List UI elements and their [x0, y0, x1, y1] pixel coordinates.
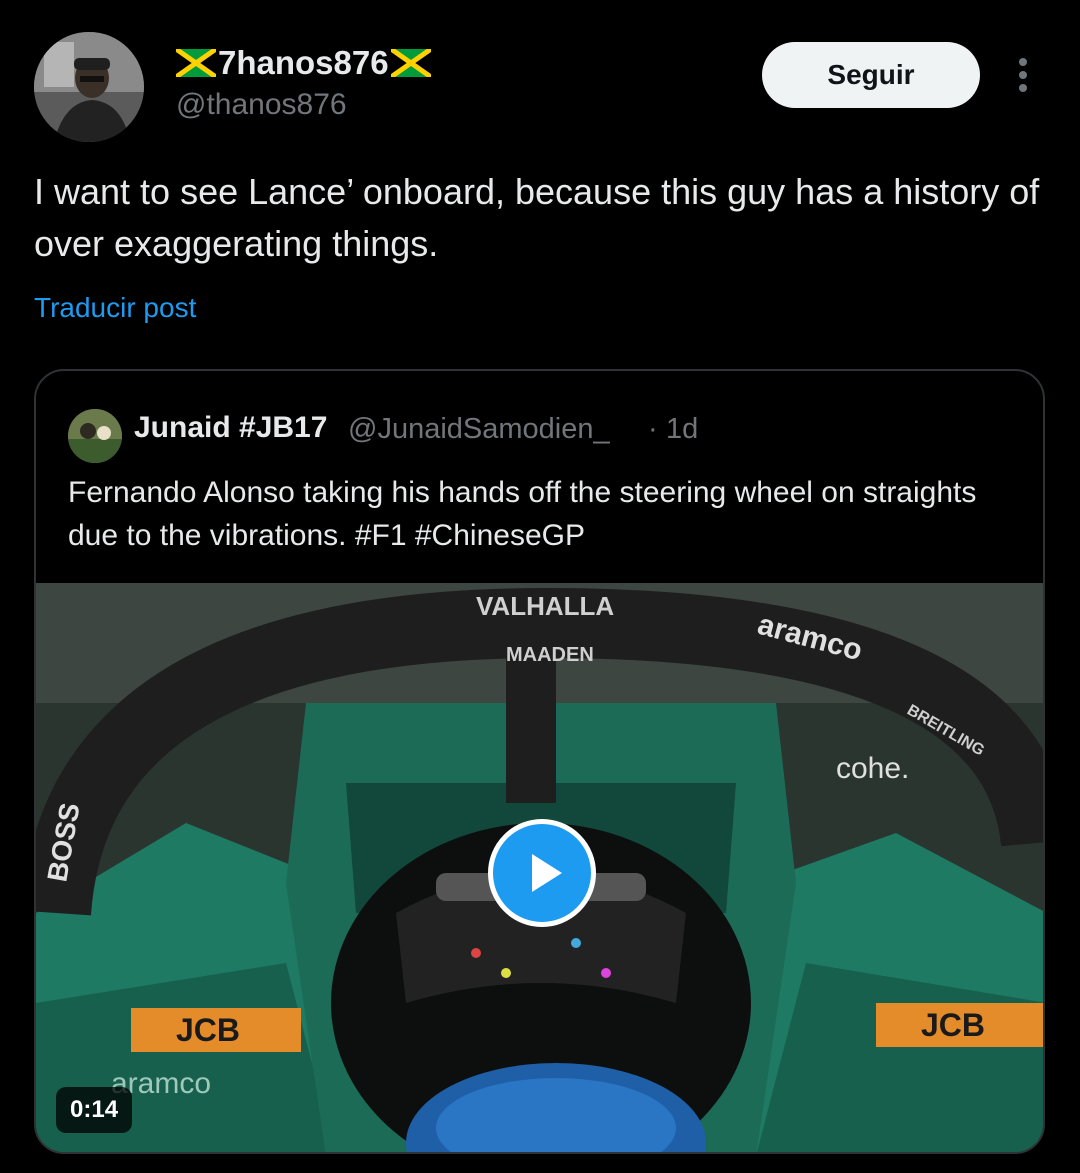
author-handle[interactable]: @thanos876 [176, 88, 347, 122]
translate-post-link[interactable]: Traducir post [34, 292, 196, 324]
quoted-post-text: Fernando Alonso taking his hands off the… [68, 476, 977, 552]
video-player[interactable]: VALHALLA MAADEN aramco BOSS BREITLING co… [36, 583, 1043, 1152]
avatar-photo [34, 32, 144, 142]
post-text: I want to see Lance’ onboard, because th… [34, 171, 1040, 264]
more-options-icon[interactable] [1008, 56, 1038, 96]
quoted-post-card[interactable]: Junaid #JB17 @JunaidSamodien_ · 1d Ferna… [34, 369, 1045, 1154]
halo-text-cohere: cohe. [836, 752, 909, 785]
quoted-author-handle[interactable]: @JunaidSamodien_ [348, 413, 610, 446]
halo-text-maaden: MAADEN [506, 644, 594, 666]
sponsor-jcb-right: JCB [921, 1007, 985, 1043]
halo-text-valhalla: VALHALLA [476, 591, 614, 621]
jamaica-flag-icon [390, 49, 431, 77]
follow-button[interactable]: Seguir [762, 42, 980, 108]
jamaica-flag-icon [176, 49, 216, 77]
post-view: 7hanos876 @thanos876 Seguir I want to se… [0, 0, 1080, 1173]
video-duration-badge: 0:14 [56, 1087, 133, 1133]
separator-dot: · [648, 413, 658, 445]
quoted-author-name[interactable]: Junaid #JB17 [134, 411, 327, 445]
quoted-author-avatar[interactable] [68, 409, 122, 463]
quoted-post-time[interactable]: 1d [666, 413, 698, 446]
display-name-text: 7hanos876 [218, 44, 389, 81]
author-avatar[interactable] [34, 32, 144, 142]
quoted-avatar-photo [68, 409, 122, 463]
author-display-name[interactable]: 7hanos876 [176, 44, 431, 82]
play-button[interactable] [488, 819, 596, 927]
play-icon [532, 854, 562, 892]
sponsor-jcb-left: JCB [176, 1012, 240, 1048]
